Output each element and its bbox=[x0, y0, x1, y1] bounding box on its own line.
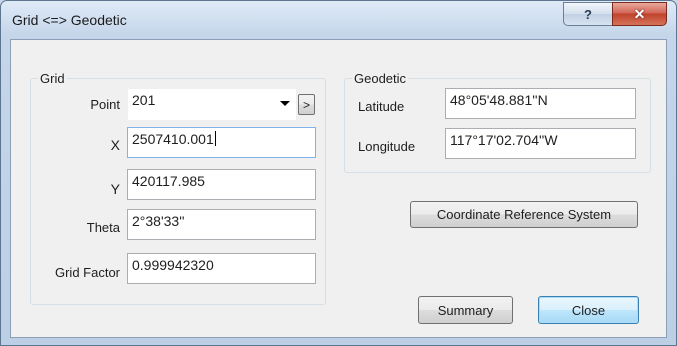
close-button[interactable]: Close bbox=[538, 296, 639, 324]
window-close-button[interactable]: ✕ bbox=[612, 2, 667, 26]
x-value: 2507410.001 bbox=[132, 131, 214, 147]
dialog-window: Grid <=> Geodetic ? ✕ Grid Point 201 > X… bbox=[0, 0, 677, 346]
grid-factor-field[interactable]: 0.999942320 bbox=[127, 253, 316, 284]
x-field[interactable]: 2507410.001 bbox=[127, 127, 316, 158]
grid-factor-label: Grid Factor bbox=[54, 265, 120, 280]
grid-group-label: Grid bbox=[38, 71, 67, 86]
y-field[interactable]: 420117.985 bbox=[127, 169, 316, 200]
close-icon: ✕ bbox=[633, 5, 646, 22]
x-label: X bbox=[110, 137, 120, 153]
next-point-button[interactable]: > bbox=[298, 94, 315, 115]
y-value: 420117.985 bbox=[132, 173, 205, 189]
geodetic-group-label: Geodetic bbox=[352, 71, 409, 86]
chevron-down-icon[interactable] bbox=[280, 101, 290, 106]
longitude-label: Longitude bbox=[358, 139, 416, 154]
latitude-value: 48°05'48.881''N bbox=[450, 92, 548, 108]
longitude-value: 117°17'02.704''W bbox=[450, 132, 558, 148]
y-label: Y bbox=[110, 181, 120, 197]
point-label: Point bbox=[90, 97, 120, 112]
help-icon: ? bbox=[584, 6, 592, 22]
coordinate-reference-system-button[interactable]: Coordinate Reference System bbox=[410, 201, 638, 228]
point-combobox[interactable]: 201 bbox=[128, 89, 296, 120]
title-bar[interactable]: Grid <=> Geodetic ? ✕ bbox=[1, 1, 676, 39]
help-button[interactable]: ? bbox=[563, 2, 613, 26]
dialog-client-area: Grid Point 201 > X 2507410.001 Y 420117.… bbox=[10, 39, 667, 338]
text-caret bbox=[214, 131, 216, 146]
chevron-right-icon: > bbox=[302, 97, 310, 112]
window-title: Grid <=> Geodetic bbox=[12, 12, 127, 28]
summary-button[interactable]: Summary bbox=[418, 296, 513, 324]
longitude-field[interactable]: 117°17'02.704''W bbox=[445, 128, 636, 159]
theta-field[interactable]: 2°38'33'' bbox=[127, 209, 316, 240]
point-value: 201 bbox=[132, 92, 156, 108]
grid-factor-value: 0.999942320 bbox=[132, 257, 214, 273]
theta-label: Theta bbox=[86, 220, 120, 235]
theta-value: 2°38'33'' bbox=[132, 213, 185, 229]
latitude-label: Latitude bbox=[358, 99, 405, 114]
latitude-field[interactable]: 48°05'48.881''N bbox=[445, 88, 636, 119]
